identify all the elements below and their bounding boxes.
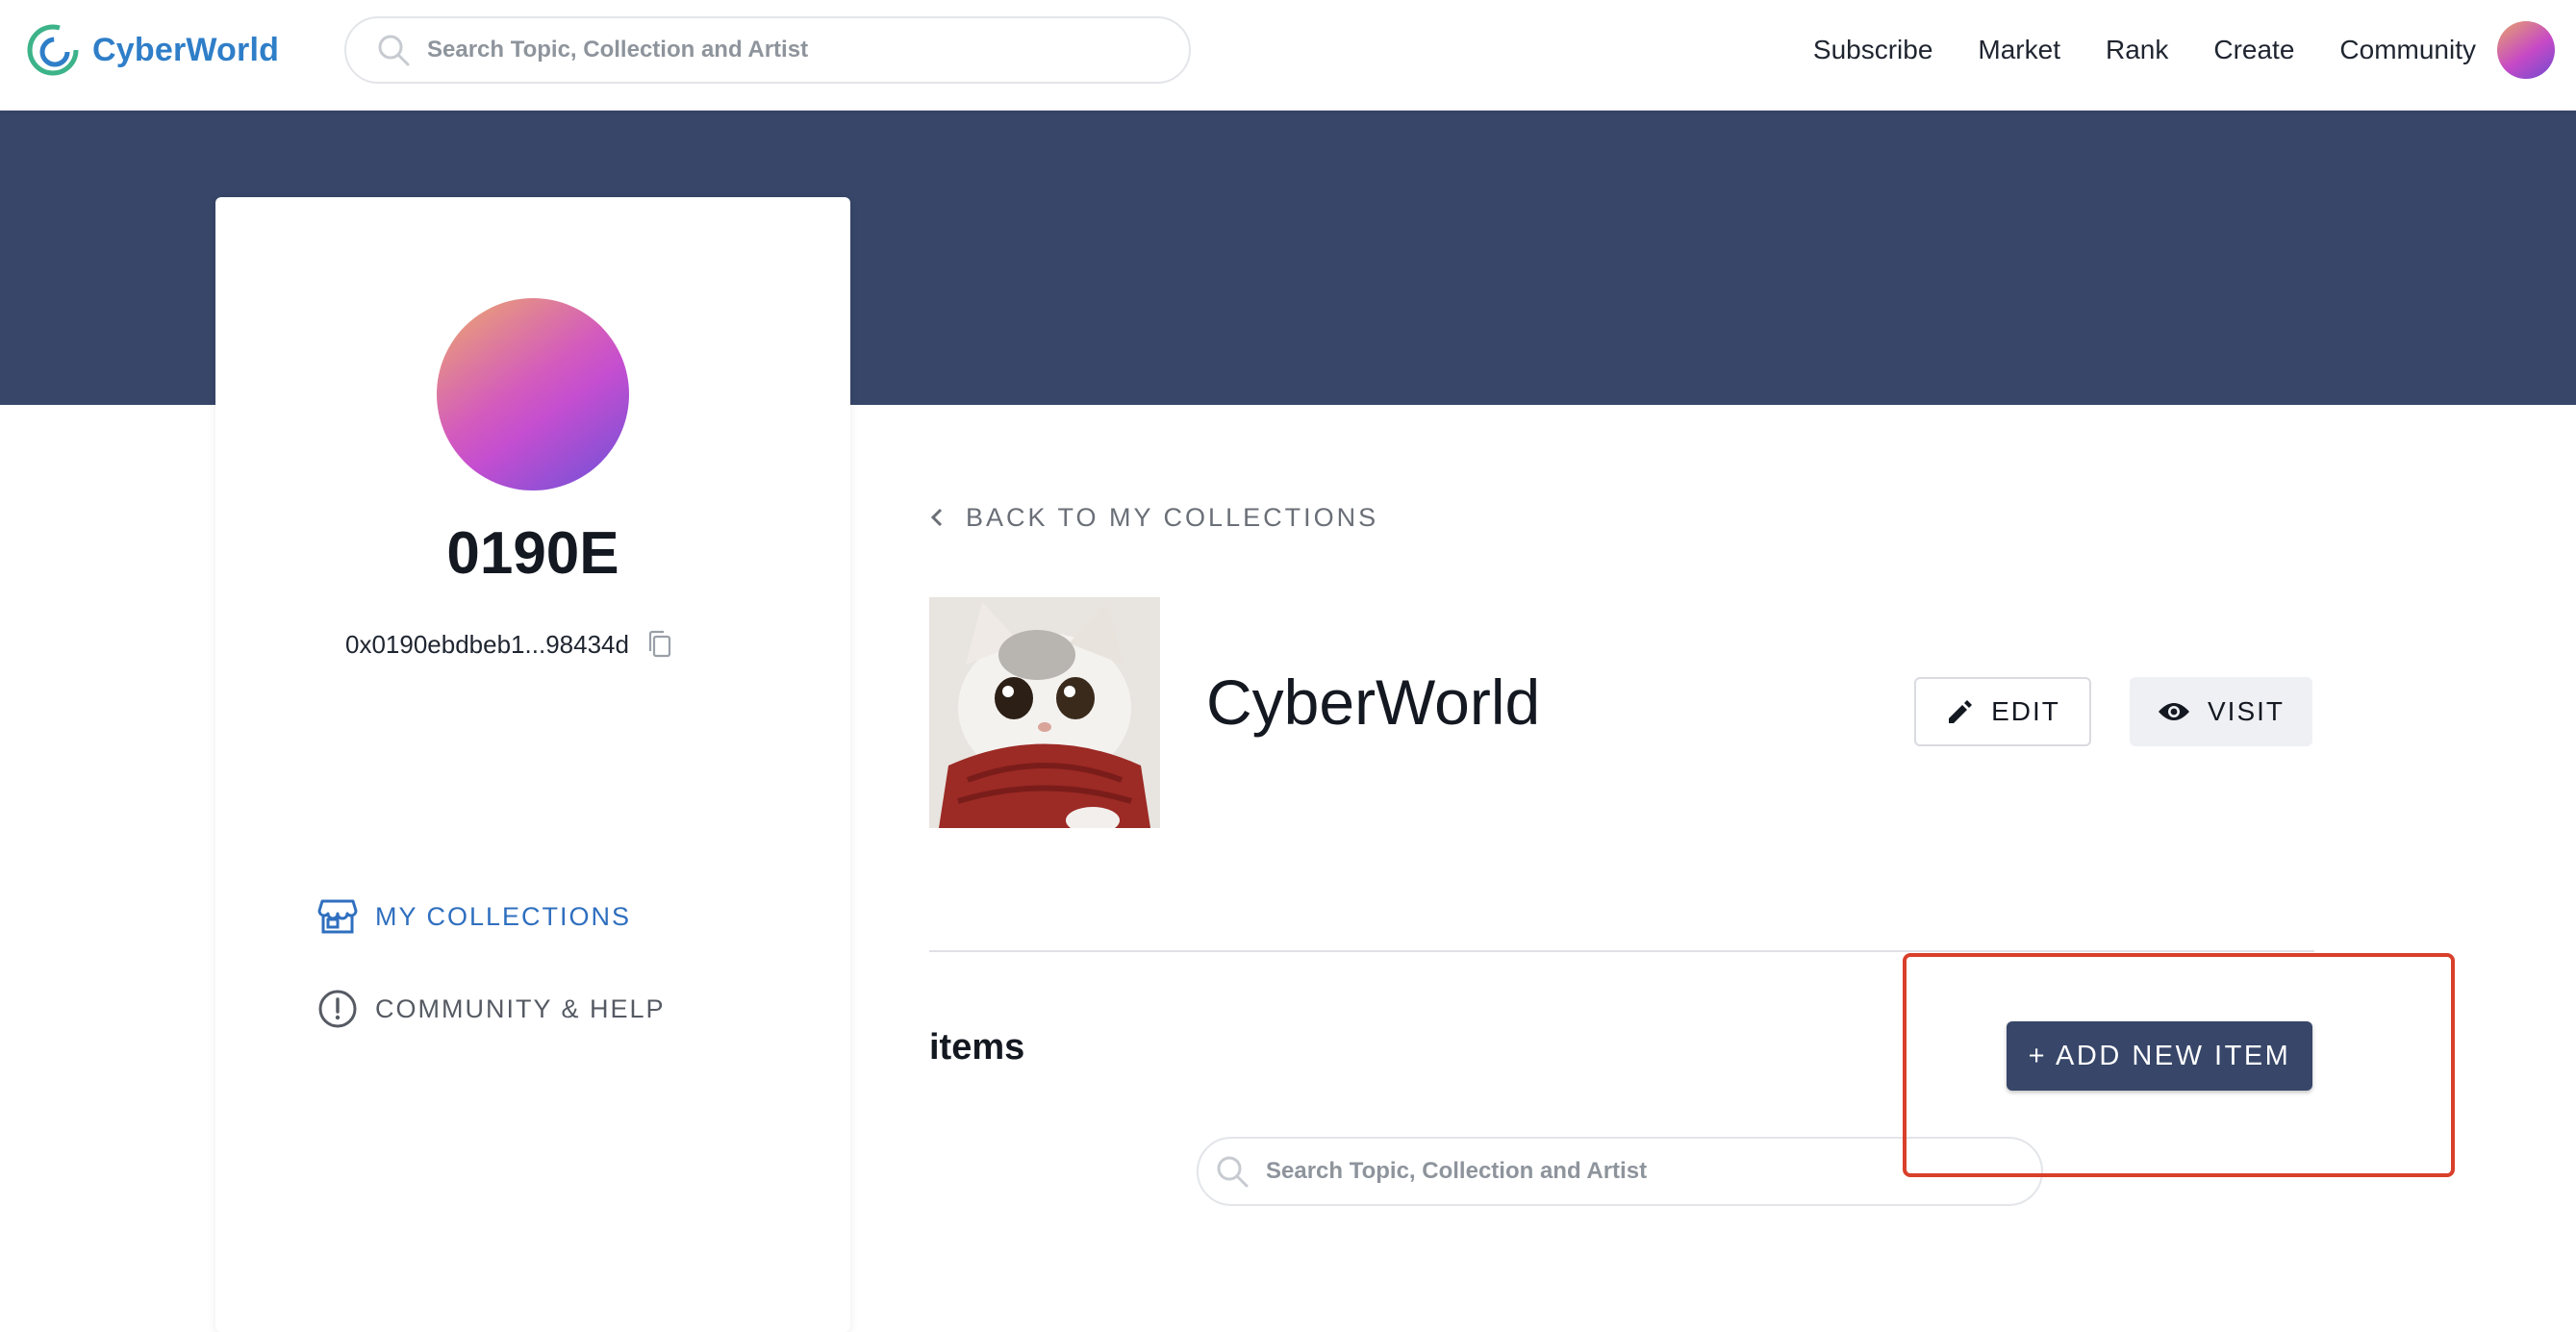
visit-button[interactable]: VISIT	[2130, 677, 2312, 746]
logo[interactable]: CyberWorld	[25, 21, 279, 79]
back-label: BACK TO MY COLLECTIONS	[966, 502, 1379, 532]
menu-my-collections[interactable]: MY COLLECTIONS	[317, 892, 631, 941]
items-search-placeholder: Search Topic, Collection and Artist	[1266, 1158, 1648, 1184]
pencil-icon	[1949, 700, 1973, 723]
search-icon	[378, 35, 410, 66]
nav-create[interactable]: Create	[2213, 35, 2294, 65]
nav-market[interactable]: Market	[1978, 35, 2060, 65]
eye-icon	[2158, 703, 2189, 720]
profile-card: 0190E 0x0190ebdbeb1...98434d MY COLLECTI…	[215, 197, 850, 1332]
section-divider	[929, 950, 2314, 952]
logo-text: CyberWorld	[92, 31, 280, 68]
logo-icon	[27, 24, 79, 76]
add-new-item-button[interactable]: + ADD NEW ITEM	[2007, 1021, 2312, 1091]
items-search-input[interactable]: Search Topic, Collection and Artist	[1197, 1137, 2043, 1206]
chevron-left-icon	[930, 508, 943, 527]
wallet-address-text: 0x0190ebdbeb1...98434d	[345, 629, 629, 659]
wallet-address: 0x0190ebdbeb1...98434d	[345, 625, 673, 664]
search-icon	[1217, 1156, 1249, 1188]
search-placeholder: Search Topic, Collection and Artist	[427, 37, 809, 63]
search-input[interactable]: Search Topic, Collection and Artist	[344, 16, 1191, 84]
nav-community[interactable]: Community	[2339, 35, 2476, 65]
user-avatar[interactable]	[2497, 21, 2555, 79]
alert-icon	[318, 990, 357, 1028]
profile-avatar	[437, 298, 629, 490]
back-to-collections-link[interactable]: BACK TO MY COLLECTIONS	[929, 498, 1378, 537]
edit-button[interactable]: EDIT	[1914, 677, 2091, 746]
cat-image	[929, 597, 1160, 828]
top-navigation-bar: CyberWorld Search Topic, Collection and …	[0, 0, 2576, 111]
profile-username: 0190E	[446, 520, 619, 587]
copy-icon[interactable]	[646, 630, 673, 659]
nav-subscribe[interactable]: Subscribe	[1813, 35, 1933, 65]
menu-my-collections-label: MY COLLECTIONS	[375, 901, 632, 931]
collection-thumbnail	[929, 597, 1160, 828]
store-icon	[317, 899, 358, 934]
menu-community-help[interactable]: COMMUNITY & HELP	[317, 985, 666, 1033]
edit-button-label: EDIT	[1991, 696, 2060, 726]
visit-button-label: VISIT	[2207, 696, 2285, 726]
nav-rank[interactable]: Rank	[2106, 35, 2168, 65]
main-nav: Subscribe Market Rank Create Community	[1813, 29, 2476, 71]
items-heading: items	[929, 1027, 1025, 1068]
menu-community-help-label: COMMUNITY & HELP	[375, 993, 666, 1023]
collection-title: CyberWorld	[1206, 666, 1541, 738]
